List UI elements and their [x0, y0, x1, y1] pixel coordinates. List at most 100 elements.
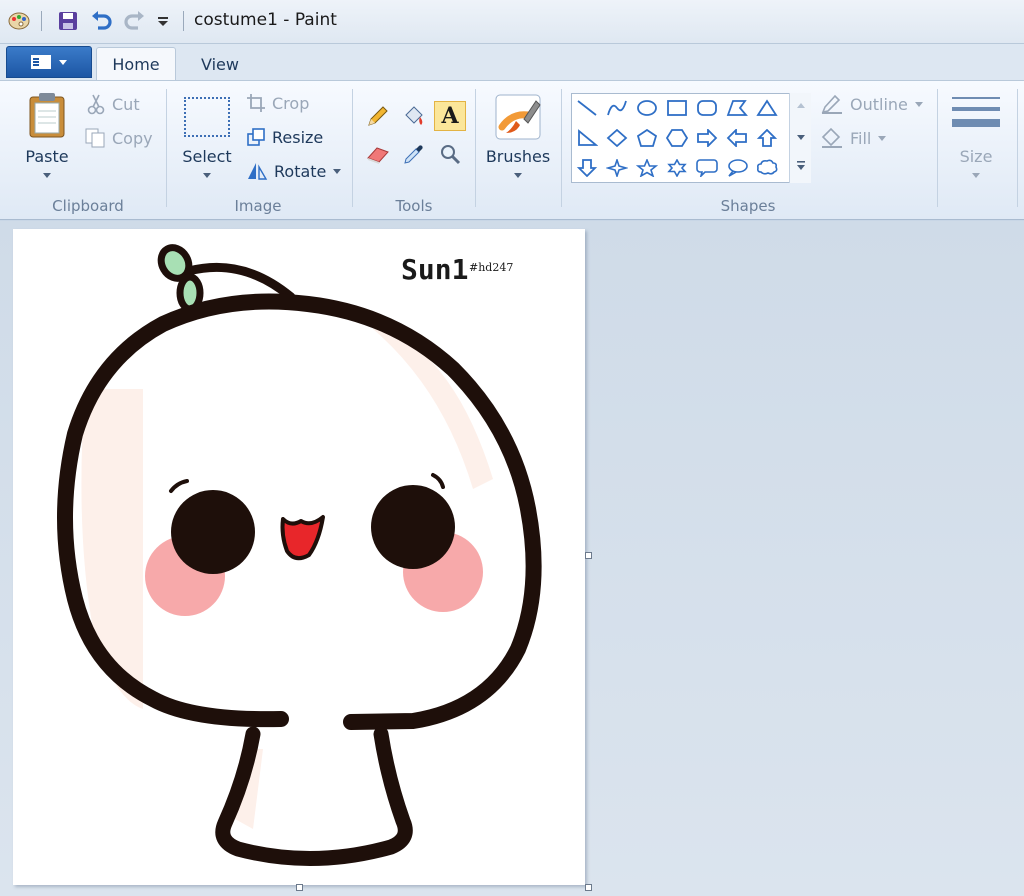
hexagon-shape[interactable] — [662, 124, 692, 152]
diamond-shape[interactable] — [602, 124, 632, 152]
paint-app-icon[interactable] — [4, 8, 34, 34]
five-point-star-shape[interactable] — [632, 154, 662, 182]
oval-shape[interactable] — [632, 94, 662, 122]
chevron-down-icon — [878, 136, 887, 141]
size-dropdown-icon[interactable] — [972, 173, 980, 178]
right-eye — [371, 485, 455, 569]
fill-label: Fill — [850, 128, 872, 148]
fill-tool[interactable] — [398, 101, 430, 131]
chevron-down-icon — [333, 169, 342, 174]
size-button[interactable]: Size — [946, 147, 1006, 166]
crop-icon — [247, 94, 265, 112]
four-point-star-shape[interactable] — [602, 154, 632, 182]
group-separator — [561, 89, 562, 207]
select-dropdown-icon[interactable] — [203, 173, 211, 178]
shapes-gallery — [571, 93, 811, 183]
outline-brush-icon — [821, 94, 842, 114]
copy-button[interactable]: Copy — [84, 127, 153, 149]
eraser-tool[interactable] — [362, 139, 394, 169]
title-bar: costume1 - Paint — [0, 0, 1024, 44]
rounded-callout-shape[interactable] — [692, 154, 722, 182]
scissors-icon — [87, 94, 105, 115]
image-group-label: Image — [234, 197, 282, 215]
shapes-scrollbar[interactable] — [789, 93, 811, 183]
rotate-label: Rotate — [274, 161, 327, 181]
paste-icon[interactable] — [26, 91, 70, 139]
chevron-down-icon — [914, 102, 923, 107]
mouth — [280, 515, 325, 561]
tab-home[interactable]: Home — [96, 47, 176, 81]
paint-bucket-icon — [405, 106, 423, 125]
magnifier-tool[interactable] — [434, 139, 466, 169]
separator — [183, 11, 184, 31]
menu-icon — [31, 55, 51, 69]
chevron-down-icon — [59, 60, 67, 65]
tools-group-label: Tools — [395, 197, 433, 215]
tab-view[interactable]: View — [184, 47, 256, 81]
clipboard-group-label: Clipboard — [52, 197, 124, 215]
triangle-shape[interactable] — [752, 94, 782, 122]
fill-button[interactable]: Fill — [820, 127, 887, 149]
outline-label: Outline — [850, 94, 908, 114]
magnifier-icon — [441, 145, 461, 165]
brush-icon[interactable] — [494, 93, 542, 141]
oval-callout-shape[interactable] — [722, 154, 752, 182]
pencil-tool[interactable] — [362, 101, 394, 131]
down-arrow-shape[interactable] — [572, 154, 602, 182]
undo-icon[interactable] — [88, 8, 116, 34]
polygon-shape[interactable] — [722, 94, 752, 122]
canvas-resize-handle-bottom[interactable] — [296, 884, 303, 891]
text-tool[interactable]: A — [434, 101, 466, 131]
signature-text: Sun1 — [401, 253, 468, 286]
shapes-group-label: Shapes — [720, 197, 776, 215]
group-separator — [475, 89, 476, 207]
six-point-star-shape[interactable] — [662, 154, 692, 182]
copy-label: Copy — [112, 128, 153, 148]
cloud-callout-shape[interactable] — [752, 154, 782, 182]
outline-button[interactable]: Outline — [820, 93, 924, 115]
rounded-rectangle-shape[interactable] — [692, 94, 722, 122]
resize-icon — [247, 128, 265, 146]
left-eye — [171, 490, 255, 574]
rectangle-shape[interactable] — [662, 94, 692, 122]
right-triangle-shape[interactable] — [572, 124, 602, 152]
rotate-button[interactable]: Rotate — [246, 161, 342, 181]
left-eyebrow — [169, 479, 189, 493]
pentagon-shape[interactable] — [632, 124, 662, 152]
brushes-dropdown-icon[interactable] — [514, 173, 522, 178]
fill-bucket-icon — [821, 127, 842, 148]
drawing-canvas[interactable]: Sun1 #hd247 — [13, 229, 585, 885]
copy-icon — [85, 128, 105, 148]
canvas-resize-handle-corner[interactable] — [585, 884, 592, 891]
canvas-resize-handle-right[interactable] — [585, 552, 592, 559]
group-separator — [937, 89, 938, 207]
ribbon: Paste Cut Copy Clipboard Select Crop Res… — [0, 80, 1024, 220]
customize-quick-access-icon[interactable] — [152, 8, 174, 34]
save-icon[interactable] — [54, 8, 82, 34]
paste-dropdown-icon[interactable] — [43, 173, 51, 178]
group-separator — [1017, 89, 1018, 207]
select-button[interactable]: Select — [180, 147, 234, 166]
text-tool-glyph: A — [441, 103, 459, 129]
eyedropper-icon — [404, 145, 423, 164]
redo-icon[interactable] — [120, 8, 148, 34]
color-picker-tool[interactable] — [398, 139, 430, 169]
paint-menu-button[interactable] — [6, 46, 92, 78]
brushes-button[interactable]: Brushes — [484, 147, 552, 166]
crop-label: Crop — [272, 93, 310, 113]
cut-button[interactable]: Cut — [86, 93, 140, 115]
signature-tag: #hd247 — [469, 261, 513, 274]
paste-button[interactable]: Paste — [20, 147, 74, 166]
select-icon[interactable] — [184, 97, 230, 137]
group-separator — [166, 89, 167, 207]
right-arrow-shape[interactable] — [692, 124, 722, 152]
resize-button[interactable]: Resize — [246, 127, 323, 147]
size-icon[interactable] — [950, 93, 1002, 137]
crop-button[interactable]: Crop — [246, 93, 309, 113]
window-title: costume1 - Paint — [194, 10, 337, 30]
group-separator — [352, 89, 353, 207]
curve-shape[interactable] — [602, 94, 632, 122]
line-shape[interactable] — [572, 94, 602, 122]
up-arrow-shape[interactable] — [752, 124, 782, 152]
left-arrow-shape[interactable] — [722, 124, 752, 152]
